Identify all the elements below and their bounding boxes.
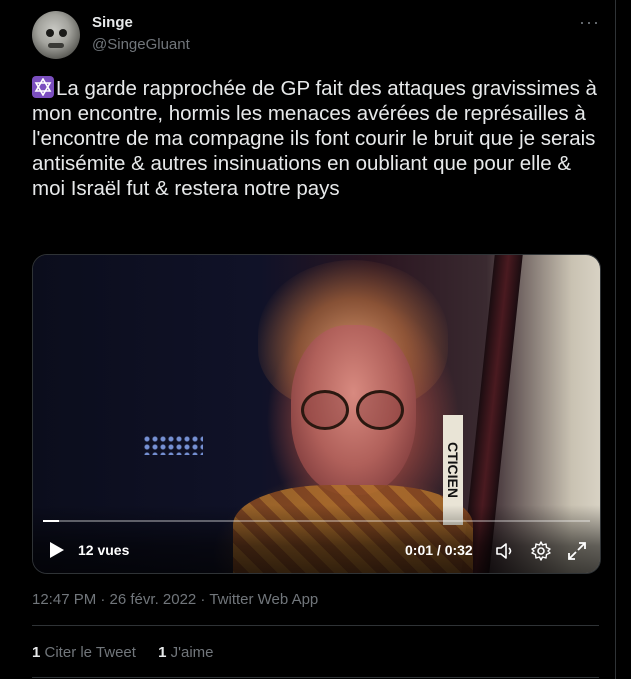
author-name[interactable]: Singe (92, 14, 133, 31)
avatar-eye (46, 29, 54, 37)
view-count: 12 vues (78, 542, 130, 558)
quotes-label: Citer le Tweet (44, 644, 136, 661)
video-progress-fill (43, 520, 60, 522)
divider (32, 625, 599, 626)
star-of-david-icon (32, 76, 54, 98)
likes-stat[interactable]: 1 J'aime (158, 644, 213, 661)
avatar-mouth (48, 43, 64, 48)
tweet-meta[interactable]: 12:47 PM · 26 févr. 2022 · Twitter Web A… (32, 591, 318, 608)
quote-tweets-stat[interactable]: 1 Citer le Tweet (32, 644, 136, 661)
likes-count: 1 (158, 644, 167, 661)
tweet-text-block: La garde rapprochée de GP fait des attaq… (32, 76, 607, 201)
gear-icon[interactable] (530, 540, 552, 562)
video-progress-bar[interactable] (43, 520, 590, 522)
video-time: 0:01 / 0:32 (405, 542, 473, 558)
video-background-lights (143, 435, 203, 455)
avatar[interactable] (32, 11, 80, 59)
volume-muted-icon[interactable] (493, 540, 515, 562)
play-icon[interactable] (49, 541, 65, 559)
video-player[interactable]: CTICIEN 12 vues 0:01 / 0:32 (32, 254, 601, 574)
author-handle[interactable]: @SingeGluant (92, 36, 190, 53)
video-controls (33, 505, 600, 573)
fullscreen-icon[interactable] (566, 540, 588, 562)
tweet-card: Singe @SingeGluant ··· La garde rapproch… (0, 0, 616, 679)
divider (32, 677, 599, 678)
likes-label: J'aime (170, 644, 214, 661)
avatar-eye (59, 29, 67, 37)
glasses-lens (301, 390, 349, 430)
more-options-icon[interactable]: ··· (579, 12, 600, 33)
tweet-stats: 1 Citer le Tweet 1 J'aime (32, 644, 232, 661)
glasses-lens (356, 390, 404, 430)
quotes-count: 1 (32, 644, 41, 661)
tweet-text: La garde rapprochée de GP fait des attaq… (32, 77, 597, 200)
